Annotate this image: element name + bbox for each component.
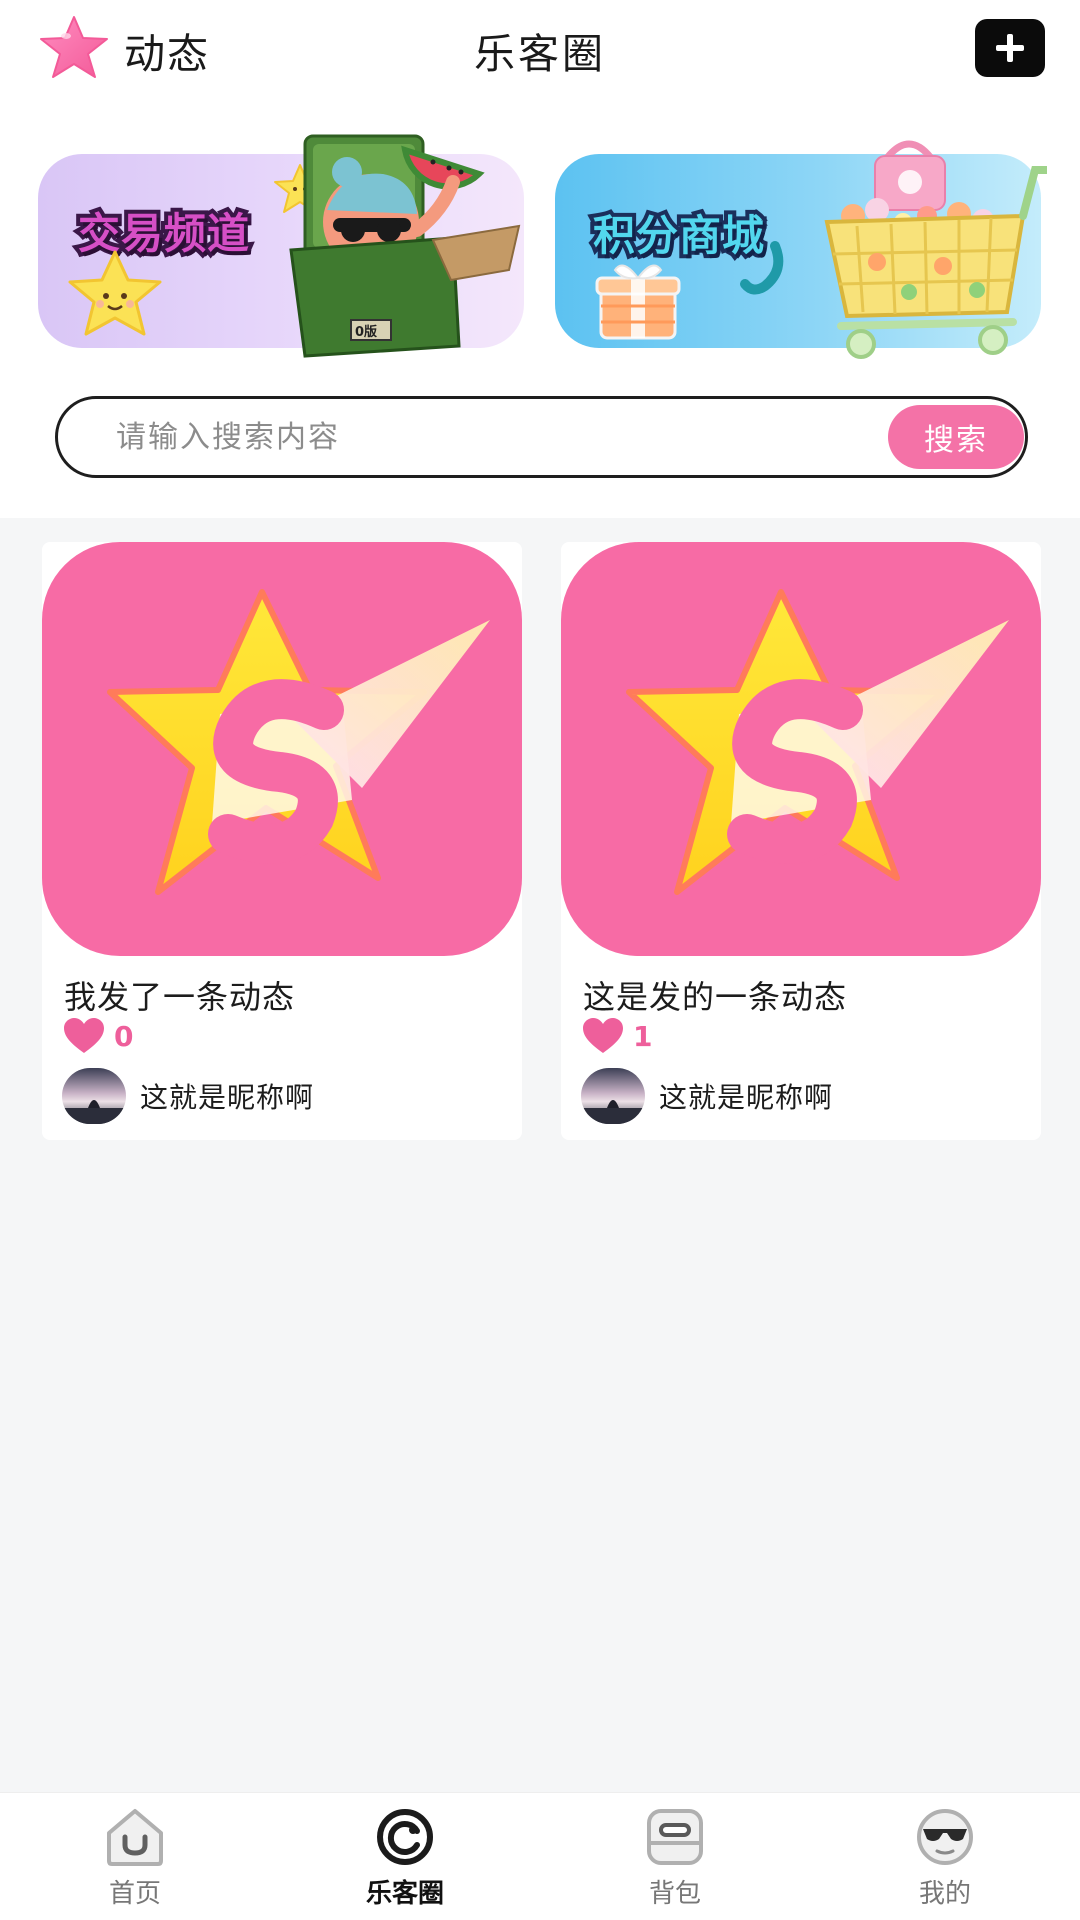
app-logo-thumbnail [42,542,522,956]
search-input[interactable] [116,411,876,463]
trade-channel-banner[interactable]: 交易频道 0版 [38,130,528,358]
avatar[interactable] [62,1068,126,1124]
tab-label: 背包 [648,1879,701,1909]
plus-icon [996,34,1024,62]
bottom-tab-bar: 首页 乐客圈 背包 我的 [0,1792,1080,1920]
shopping-cart-icon [824,140,1047,359]
avatar[interactable] [581,1068,645,1124]
author-info: 这就是昵称啊 [62,1068,314,1124]
post-title: 我发了一条动态 [64,978,296,1016]
nickname[interactable]: 这就是昵称啊 [140,1076,314,1116]
tab-profile[interactable]: 我的 [845,1793,1045,1920]
like-button[interactable]: 1 [581,1016,652,1056]
tab-label: 首页 [108,1879,161,1909]
svg-text:0版: 0版 [355,324,377,340]
home-icon [107,1809,163,1866]
box-character-icon: 0版 [289,134,521,358]
like-count: 1 [633,1019,653,1053]
tab-label: 我的 [918,1879,971,1909]
backpack-icon [647,1809,703,1865]
heart-icon [583,1018,623,1053]
search-button[interactable]: 搜索 [888,405,1024,469]
top-area: 动态 乐客圈 交易频道 0版 积分商城 请输入搜索内容 搜索 [0,0,1080,518]
app-logo-thumbnail [561,542,1041,956]
points-mall-banner[interactable]: 积分商城 [555,130,1055,359]
add-post-button[interactable] [975,19,1045,77]
like-button[interactable]: 0 [62,1016,133,1056]
gift-box-icon [595,264,681,340]
tab-home[interactable]: 首页 [35,1793,235,1920]
post-title: 这是发的一条动态 [583,978,848,1016]
nickname[interactable]: 这就是昵称啊 [659,1076,833,1116]
post-card[interactable]: 我发了一条动态 0 这就是昵称啊 [42,542,522,1140]
circle-icon [377,1809,433,1865]
header: 动态 乐客圈 [0,0,1080,96]
star-mascot-icon [68,250,162,336]
search-bar: 搜索 [55,396,1028,478]
author-info: 这就是昵称啊 [581,1068,833,1124]
tab-circle[interactable]: 乐客圈 [305,1793,505,1920]
post-card[interactable]: 这是发的一条动态 1 这就是昵称啊 [561,542,1041,1140]
tab-label: 乐客圈 [365,1879,444,1909]
heart-icon [64,1018,104,1053]
page-title: 乐客圈 [474,30,606,78]
tab-backpack[interactable]: 背包 [575,1793,775,1920]
profile-icon [917,1809,973,1865]
ribbon-icon [740,241,784,295]
like-count: 0 [114,1019,134,1053]
